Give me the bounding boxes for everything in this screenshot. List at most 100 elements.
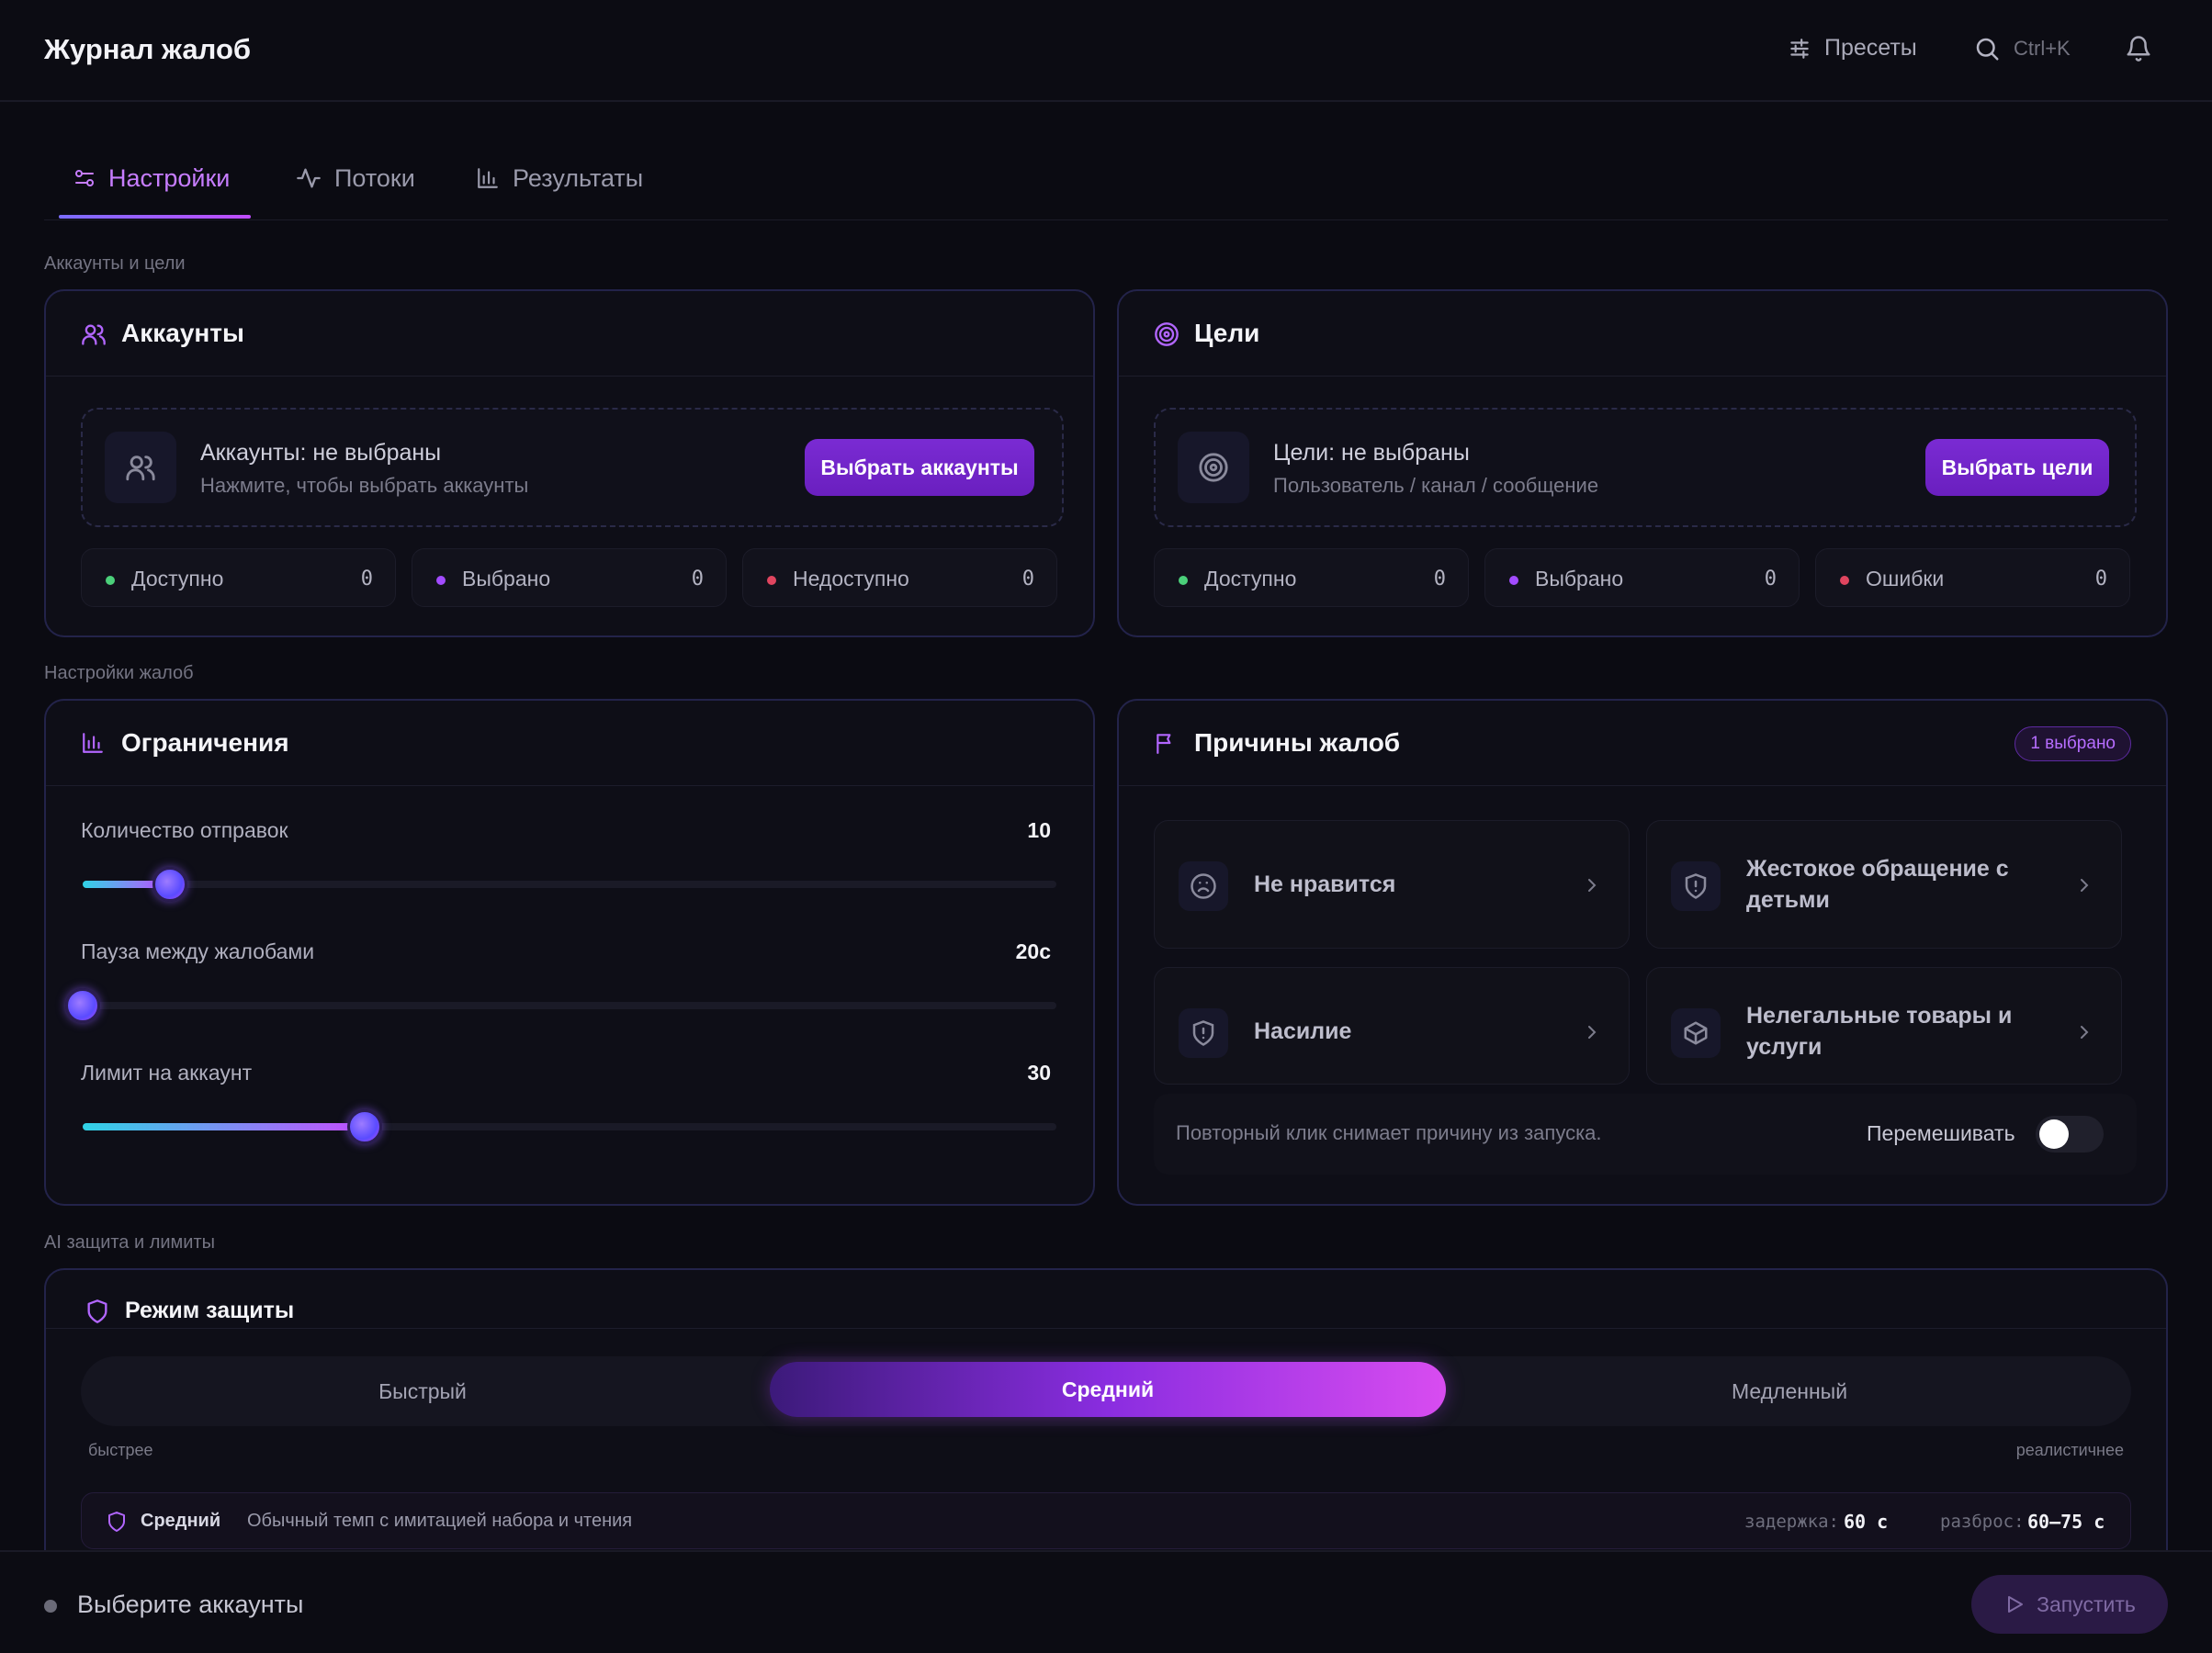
chevron-right-icon xyxy=(2073,874,2095,896)
tab-label: Настройки xyxy=(108,163,231,192)
pause-slider[interactable] xyxy=(65,988,1056,1023)
box-icon xyxy=(1671,1008,1721,1058)
reason-item-violence[interactable]: Насилие xyxy=(1154,967,1630,1085)
stat-label: Ошибки xyxy=(1866,567,1945,590)
mode-info-bar: Средний Обычный темп с имитацией набора … xyxy=(81,1492,2131,1549)
section-label-ai-protection: AI защита и лимиты xyxy=(44,1232,216,1253)
status-dot-purple xyxy=(1509,576,1518,585)
status-dot-red xyxy=(767,576,776,585)
stat-value: 0 xyxy=(2094,568,2107,590)
targets-card: Цели Цели: не выбраны Пользователь / кан… xyxy=(1117,289,2168,637)
sliders-icon xyxy=(1788,37,1811,61)
targets-status-title: Цели: не выбраны xyxy=(1273,440,1470,466)
stat-available: Доступно 0 xyxy=(1154,548,1469,607)
flag-icon xyxy=(1154,731,1178,755)
stat-selected: Выбрано 0 xyxy=(412,548,727,607)
stat-value: 0 xyxy=(1433,568,1446,590)
slider-label: Пауза между жалобами xyxy=(81,939,315,963)
slider-thumb[interactable] xyxy=(347,1109,383,1144)
notifications-button[interactable] xyxy=(2125,35,2152,62)
shuffle-toggle[interactable] xyxy=(2036,1116,2104,1153)
target-icon xyxy=(1154,321,1179,347)
activity-icon xyxy=(296,165,322,191)
send-count-slider[interactable] xyxy=(83,867,1056,902)
tab-label: Результаты xyxy=(513,163,644,192)
reason-item-child-abuse[interactable]: Жестокое обращение с детьми xyxy=(1646,820,2122,949)
users-icon xyxy=(81,321,107,347)
status-dot-purple xyxy=(436,576,446,585)
sliders-icon xyxy=(73,167,96,189)
reasons-hint: Повторный клик снимает причину из запуск… xyxy=(1176,1121,1602,1144)
slider-thumb[interactable] xyxy=(65,988,100,1023)
run-button-label: Запустить xyxy=(2037,1591,2136,1616)
presets-button[interactable]: Пресеты xyxy=(1788,35,1917,62)
card-header: Причины жалоб 1 выбрано xyxy=(1119,701,2166,786)
tab-settings[interactable]: Настройки xyxy=(73,138,230,219)
users-icon xyxy=(105,432,176,503)
delay-label: задержка: xyxy=(1744,1512,1839,1532)
delay-value: 60 с xyxy=(1844,1511,1889,1533)
spread-label: разброс: xyxy=(1940,1512,2025,1532)
bar-chart-icon xyxy=(81,731,105,755)
mode-fast[interactable]: Быстрый xyxy=(81,1356,764,1426)
status-dot-red xyxy=(1840,576,1849,585)
tab-results[interactable]: Результаты xyxy=(476,138,643,219)
stat-label: Доступно xyxy=(131,567,224,590)
account-limit-slider[interactable] xyxy=(83,1109,1056,1144)
card-header: Аккаунты xyxy=(46,291,1093,377)
accounts-status-subtitle: Нажмите, чтобы выбрать аккаунты xyxy=(200,474,529,497)
tab-label: Потоки xyxy=(334,163,415,192)
reasons-footer: Повторный клик снимает причину из запуск… xyxy=(1154,1094,2137,1175)
section-label-accounts-targets: Аккаунты и цели xyxy=(44,253,186,274)
stat-label: Доступно xyxy=(1204,567,1297,590)
status-dot xyxy=(44,1600,57,1613)
chevron-right-icon xyxy=(1581,874,1603,896)
reasons-card: Причины жалоб 1 выбрано Не нравится Жест… xyxy=(1117,699,2168,1206)
stat-label: Выбрано xyxy=(1535,567,1624,590)
slider-value: 30 xyxy=(1027,1061,1051,1085)
slider-thumb[interactable] xyxy=(152,867,188,902)
mode-info-name: Средний xyxy=(141,1511,221,1531)
status-dot-green xyxy=(106,576,115,585)
card-title: Цели xyxy=(1194,319,1260,347)
stat-value: 0 xyxy=(691,568,704,590)
stat-unavailable: Недоступно 0 xyxy=(742,548,1057,607)
targets-select-area[interactable]: Цели: не выбраны Пользователь / канал / … xyxy=(1154,408,2137,527)
bell-icon xyxy=(2125,35,2152,62)
mode-slow[interactable]: Медленный xyxy=(1448,1356,2131,1426)
select-accounts-button[interactable]: Выбрать аккаунты xyxy=(805,439,1034,496)
limits-card: Ограничения Количество отправок 10 Пауза… xyxy=(44,699,1095,1206)
search-button[interactable]: Ctrl+K xyxy=(1973,35,2071,62)
search-icon xyxy=(1973,35,2001,62)
reason-item-illegal-goods[interactable]: Нелегальные товары и услуги xyxy=(1646,967,2122,1085)
accounts-select-area[interactable]: Аккаунты: не выбраны Нажмите, чтобы выбр… xyxy=(81,408,1064,527)
stat-available: Доступно 0 xyxy=(81,548,396,607)
card-title: Режим защиты xyxy=(125,1298,295,1323)
shield-alert-icon xyxy=(1671,861,1721,911)
slider-value: 20с xyxy=(1015,939,1051,963)
stat-label: Недоступно xyxy=(793,567,909,590)
run-status: Выберите аккаунты xyxy=(77,1591,304,1618)
select-targets-button[interactable]: Выбрать цели xyxy=(1925,439,2109,496)
accounts-card: Аккаунты Аккаунты: не выбраны Нажмите, ч… xyxy=(44,289,1095,637)
protection-mode-selector: Быстрый Средний Медленный xyxy=(81,1356,2131,1426)
slider-value: 10 xyxy=(1027,818,1051,842)
slider-label: Количество отправок xyxy=(81,818,288,842)
toggle-knob xyxy=(2039,1119,2069,1149)
status-dot-green xyxy=(1179,576,1188,585)
tab-streams[interactable]: Потоки xyxy=(296,138,415,219)
run-button[interactable]: Запустить xyxy=(1971,1575,2168,1634)
reason-item-dislike[interactable]: Не нравится xyxy=(1154,820,1630,949)
chevron-right-icon xyxy=(1581,1021,1603,1043)
app-title: Журнал жалоб xyxy=(44,33,252,65)
card-header: Режим защиты xyxy=(46,1270,2166,1329)
hint-realistic: реалистичнее xyxy=(2015,1441,2124,1459)
bar-chart-icon xyxy=(476,166,500,190)
spread-value: 60–75 с xyxy=(2027,1511,2105,1533)
section-label-complaint-settings: Настройки жалоб xyxy=(44,663,194,683)
stat-value: 0 xyxy=(1764,568,1777,590)
stat-value: 0 xyxy=(360,568,373,590)
mode-medium[interactable]: Средний xyxy=(770,1362,1446,1417)
reason-label: Жестокое обращение с детьми xyxy=(1746,856,2009,913)
stat-selected: Выбрано 0 xyxy=(1484,548,1800,607)
